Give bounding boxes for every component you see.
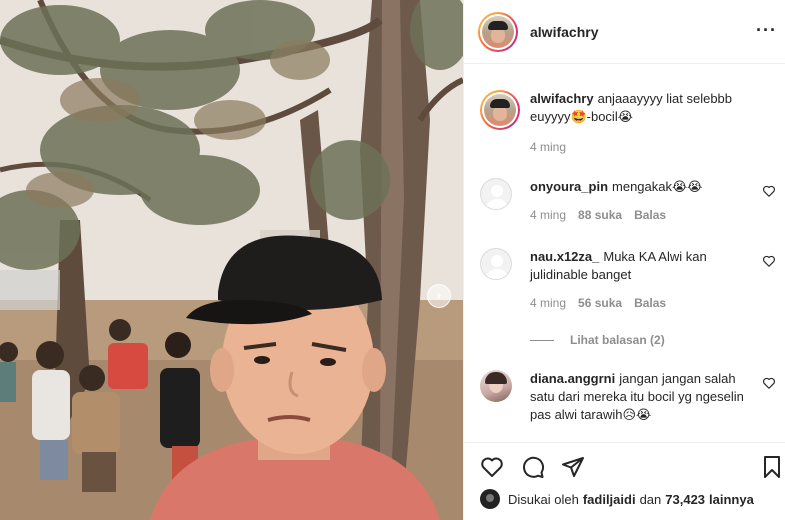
comment-time[interactable]: 4 ming bbox=[530, 208, 566, 222]
comment-item: diana.anggrni jangan jangan salah satu da… bbox=[480, 370, 776, 424]
reply-button[interactable]: Balas bbox=[634, 296, 666, 310]
comment-username[interactable]: diana.anggrni bbox=[530, 371, 615, 386]
carousel-next-button[interactable]: › bbox=[427, 284, 451, 308]
post-detail-panel: alwifachry ··· alwifachry anjaaayyyy liat… bbox=[463, 0, 785, 520]
save-bookmark-icon[interactable] bbox=[760, 455, 784, 479]
comment-text: mengakak😭😭 bbox=[612, 179, 703, 194]
like-comment-heart-icon[interactable] bbox=[762, 376, 776, 390]
comment-like-count[interactable]: 88 suka bbox=[578, 208, 622, 222]
liker-avatar[interactable] bbox=[480, 489, 500, 509]
author-avatar[interactable] bbox=[478, 11, 518, 52]
comment-username[interactable]: nau.x12za_ bbox=[530, 249, 599, 264]
view-replies-label: Lihat balasan (2) bbox=[570, 333, 665, 347]
liked-by-summary[interactable]: Disukai oleh fadiljaidi dan 73,423 lainn… bbox=[480, 489, 758, 509]
more-horizontal-icon[interactable]: ··· bbox=[756, 21, 777, 39]
caption: alwifachry anjaaayyyy liat selebbb euyyyy… bbox=[480, 90, 776, 154]
liked-by-suffix[interactable]: lainnya bbox=[709, 492, 754, 507]
liked-by-prefix: Disukai oleh bbox=[508, 491, 579, 507]
reply-button[interactable]: Balas bbox=[634, 208, 666, 222]
like-heart-icon[interactable] bbox=[480, 455, 504, 479]
caption-time[interactable]: 4 ming bbox=[530, 140, 566, 154]
commenter-avatar[interactable] bbox=[480, 178, 512, 210]
replies-divider bbox=[530, 339, 554, 341]
caption-username[interactable]: alwifachry bbox=[530, 91, 594, 106]
comment-item: nau.x12za_ Muka KA Alwi kan julidinable b… bbox=[480, 248, 776, 310]
comment-time[interactable]: 4 ming bbox=[530, 296, 566, 310]
like-comment-heart-icon[interactable] bbox=[762, 184, 776, 198]
comment-username[interactable]: onyoura_pin bbox=[530, 179, 608, 194]
like-comment-heart-icon[interactable] bbox=[762, 254, 776, 268]
view-replies-button[interactable]: Lihat balasan (2) bbox=[530, 333, 665, 347]
liked-by-and: dan bbox=[639, 491, 662, 507]
liked-by-user[interactable]: fadiljaidi bbox=[583, 492, 636, 507]
comments-list[interactable]: alwifachry anjaaayyyy liat selebbb euyyyy… bbox=[464, 82, 785, 442]
post-header: alwifachry ··· bbox=[464, 0, 785, 64]
share-paper-plane-icon[interactable] bbox=[561, 455, 585, 479]
commenter-avatar[interactable] bbox=[480, 370, 512, 402]
photo-scene bbox=[0, 0, 463, 520]
author-username[interactable]: alwifachry bbox=[530, 24, 598, 40]
comment-like-count[interactable]: 56 suka bbox=[578, 296, 622, 310]
liked-by-count[interactable]: 73,423 bbox=[665, 492, 705, 507]
commenter-avatar[interactable] bbox=[480, 248, 512, 280]
post-actions-bar: Disukai oleh fadiljaidi dan 73,423 lainn… bbox=[464, 442, 785, 520]
post-photo[interactable]: › bbox=[0, 0, 463, 520]
comment-bubble-icon[interactable] bbox=[521, 455, 545, 479]
comment-item: onyoura_pin mengakak😭😭 4 ming 88 suka Bal… bbox=[480, 178, 776, 222]
caption-avatar[interactable] bbox=[480, 90, 520, 130]
